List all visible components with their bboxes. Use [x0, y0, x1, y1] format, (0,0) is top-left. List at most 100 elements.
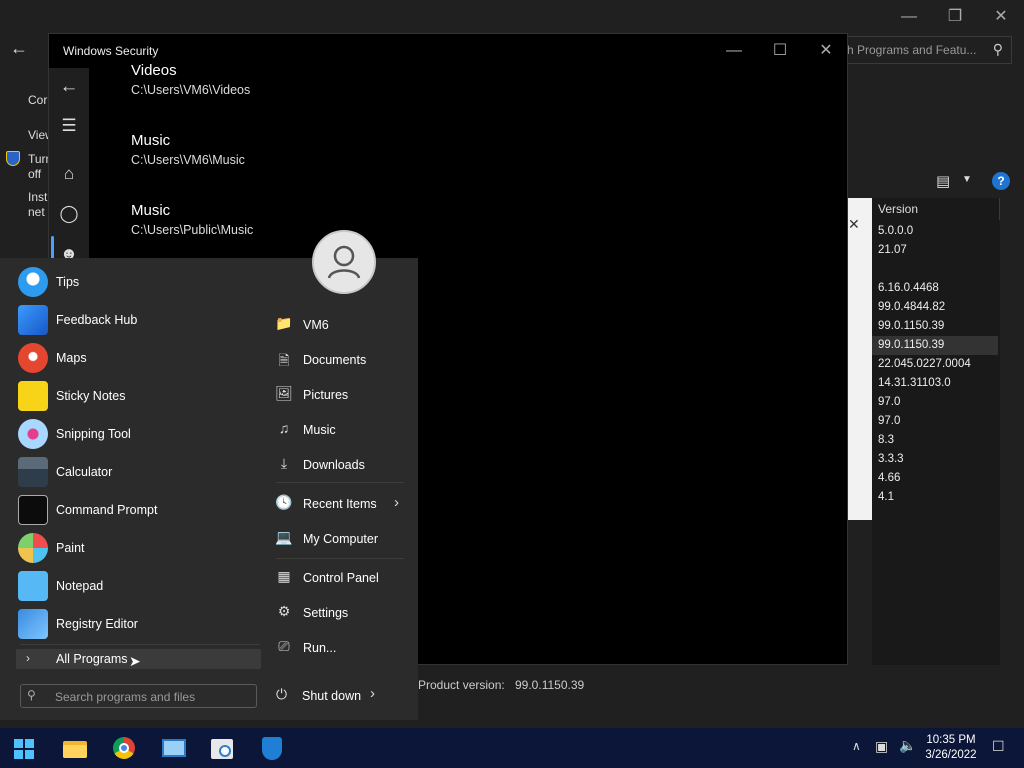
start-app-item[interactable]: Notepad [16, 569, 256, 605]
chevron-down-icon[interactable]: ▼ [962, 174, 972, 185]
folder-name: Videos [131, 62, 177, 79]
all-programs-button[interactable]: › All Programs ➤ [16, 649, 261, 669]
version-cell[interactable]: 97.0 [872, 412, 998, 431]
version-cell[interactable] [872, 260, 998, 279]
start-link-run[interactable]: ⎚ Run... [272, 633, 406, 663]
version-cell[interactable]: 14.31.31103.0 [872, 374, 998, 393]
start-search-input[interactable]: ⚲ Search programs and files [20, 684, 257, 708]
start-app-label: Feedback Hub [56, 313, 138, 327]
version-cell[interactable]: 3.3.3 [872, 450, 998, 469]
file-explorer-icon[interactable] [54, 732, 94, 764]
calculator-icon [18, 457, 48, 487]
start-link-music[interactable]: ♫ Music [272, 415, 406, 445]
home-icon[interactable]: ⌂ [49, 164, 89, 184]
document-icon: 🗎 [278, 352, 290, 368]
minimize-button[interactable]: — [711, 42, 757, 60]
start-link-documents[interactable]: 🗎 Documents [272, 345, 406, 375]
search-input[interactable]: h Programs and Featu... ⚲ [840, 36, 1012, 64]
version-cell[interactable]: 99.0.1150.39 [872, 336, 998, 355]
start-icon[interactable] [4, 732, 44, 764]
help-icon[interactable]: ? [992, 172, 1010, 190]
view-toolbar: ▤ ▼ ? [848, 168, 1024, 194]
computer-icon: 💻 [275, 529, 293, 545]
start-app-item[interactable]: Registry Editor [16, 607, 256, 643]
shield-icon[interactable]: ◯ [49, 204, 89, 224]
start-app-item[interactable]: Maps [16, 341, 256, 377]
start-app-item[interactable]: Paint [16, 531, 256, 567]
minimize-button[interactable]: — [886, 8, 932, 26]
start-app-item[interactable]: Tips [16, 265, 256, 301]
start-link-label: Recent Items [303, 497, 377, 511]
clock[interactable]: 10:35 PM 3/26/2022 [918, 733, 984, 763]
version-cell[interactable]: 8.3 [872, 431, 998, 450]
version-cell[interactable]: 21.07 [872, 241, 998, 260]
install-network-link[interactable]: Inst [28, 190, 47, 204]
control-panel-left-pane: Cor View Turn off Inst net [0, 85, 54, 285]
start-link-downloads[interactable]: ⤓ Downloads [272, 450, 406, 480]
chrome-icon[interactable] [104, 732, 144, 764]
notepad-icon [18, 571, 48, 601]
back-arrow-icon[interactable]: ← [49, 76, 89, 98]
folder-entry-public-music[interactable]: Music C:\Users\Public\Music [131, 202, 253, 237]
all-programs-label: All Programs [56, 652, 128, 666]
chevron-right-icon[interactable]: › [394, 494, 399, 511]
start-link-label: Control Panel [303, 571, 379, 585]
start-link-label: Documents [303, 353, 367, 367]
maximize-button[interactable]: ☐ [757, 40, 803, 60]
view-list-icon[interactable]: ▤ [936, 172, 950, 190]
map-pin-icon [18, 343, 48, 373]
start-link-pictures[interactable]: 🖼 Pictures [272, 380, 406, 410]
start-link-recent-items[interactable]: 🕓 Recent Items › [272, 489, 406, 519]
install-network-link-cont[interactable]: net [28, 205, 45, 219]
version-cell[interactable]: 99.0.1150.39 [872, 317, 998, 336]
shutdown-button[interactable]: ⏻ Shut down › [272, 684, 406, 708]
chevron-up-icon[interactable]: ∧ [852, 739, 861, 753]
window-title: Windows Security [63, 44, 159, 58]
version-column-header[interactable]: Version [872, 198, 1000, 220]
uac-shield-icon [6, 151, 20, 166]
start-app-item[interactable]: Calculator [16, 455, 256, 491]
start-link-vm6[interactable]: 📁 VM6 [272, 310, 406, 340]
start-app-item[interactable]: Sticky Notes [16, 379, 256, 415]
start-app-item[interactable]: Command Prompt [16, 493, 256, 529]
version-cell[interactable]: 6.16.0.4468 [872, 279, 998, 298]
version-column: Version 5.0.0.0 21.07 6.16.0.4468 99.0.4844… [872, 198, 1000, 668]
windows-security-icon[interactable] [252, 732, 292, 764]
folder-path: C:\Users\Public\Music [131, 223, 254, 237]
chevron-right-icon[interactable]: › [370, 685, 375, 702]
close-icon[interactable]: ✕ [848, 216, 860, 232]
power-icon: ⏻ [276, 686, 288, 702]
control-panel-icon[interactable] [154, 732, 194, 764]
version-cell[interactable]: 99.0.4844.82 [872, 298, 998, 317]
start-link-settings[interactable]: ⚙ Settings [272, 598, 406, 628]
version-cell[interactable]: 22.045.0227.0004 [872, 355, 998, 374]
divider [276, 482, 404, 483]
volume-icon[interactable]: 🔈 [899, 737, 916, 754]
version-cell[interactable]: 4.1 [872, 488, 998, 507]
start-link-control-panel[interactable]: ▦ Control Panel [272, 563, 406, 593]
close-button[interactable]: ✕ [978, 6, 1024, 26]
hamburger-menu-icon[interactable]: ☰ [49, 116, 89, 136]
search-placeholder: h Programs and Featu... [847, 43, 977, 57]
folder-entry-music[interactable]: Music C:\Users\VM6\Music [131, 132, 245, 167]
version-cell[interactable]: 5.0.0.0 [872, 222, 998, 241]
turn-features-link-cont[interactable]: off [28, 167, 41, 181]
notification-icon[interactable]: ☐ [992, 738, 1005, 755]
folder-entry-videos[interactable]: Videos C:\Users\VM6\Videos [131, 62, 250, 97]
version-cell[interactable]: 4.66 [872, 469, 998, 488]
user-avatar[interactable] [312, 230, 376, 294]
program-list-partial: ✕ [848, 198, 872, 520]
restore-button[interactable]: ❐ [932, 6, 978, 26]
start-app-item[interactable]: Snipping Tool [16, 417, 256, 453]
start-app-item[interactable]: Feedback Hub [16, 303, 256, 339]
task-scheduler-icon[interactable] [202, 732, 242, 764]
lightbulb-icon [18, 267, 48, 297]
close-button[interactable]: ✕ [803, 40, 849, 60]
version-cell[interactable]: 97.0 [872, 393, 998, 412]
cpl-home-link[interactable]: Cor [28, 93, 47, 107]
back-arrow-icon[interactable]: ← [10, 38, 28, 59]
search-icon[interactable]: ⚲ [993, 41, 1003, 58]
network-icon[interactable]: ▣ [875, 738, 888, 755]
start-link-my-computer[interactable]: 💻 My Computer [272, 524, 406, 554]
product-version-value: 99.0.1150.39 [515, 678, 585, 692]
